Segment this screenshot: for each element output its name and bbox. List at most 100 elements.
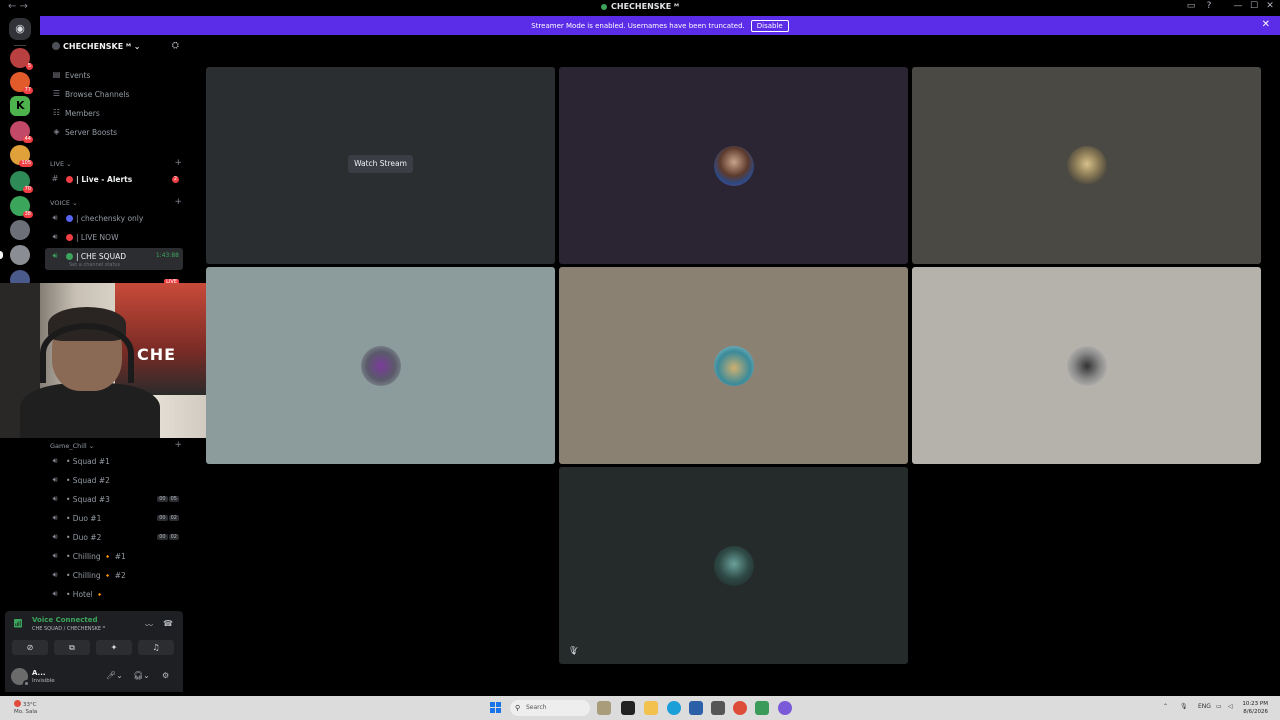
discord-home-icon[interactable]: ◉: [9, 18, 31, 40]
nav-label: Members: [65, 109, 100, 118]
taskbar-app-icon[interactable]: [755, 701, 769, 715]
watch-stream-button[interactable]: Watch Stream: [348, 155, 413, 173]
server-icon[interactable]: K: [10, 96, 30, 116]
microphone-icon[interactable]: 🎤︎⌄: [106, 671, 123, 680]
nav-server-boosts[interactable]: ◈ Server Boosts: [50, 124, 184, 140]
video-tile[interactable]: 🎙︎̸: [559, 467, 908, 664]
server-icon[interactable]: 38: [10, 196, 33, 218]
channel-squad-1[interactable]: 🔊︎ • Squad #1: [45, 453, 183, 470]
inbox-icon[interactable]: ▭: [1184, 1, 1198, 11]
video-tile[interactable]: [559, 267, 908, 464]
speaker-icon: 🔊︎: [52, 532, 58, 541]
file-explorer-icon[interactable]: [644, 701, 658, 715]
settings-gear-icon[interactable]: ⚙: [162, 671, 169, 680]
edge-browser-icon[interactable]: [667, 701, 681, 715]
minimize-button[interactable]: —: [1231, 1, 1245, 11]
channel-live-now[interactable]: 🔊︎ | LIVE NOW: [45, 229, 183, 246]
username[interactable]: A...: [32, 669, 46, 677]
language-indicator[interactable]: ENG: [1198, 703, 1211, 710]
speaker-icon: 🔊︎: [52, 513, 58, 522]
taskbar-app-icon[interactable]: [621, 701, 635, 715]
activities-button[interactable]: ✦: [96, 640, 132, 655]
channel-label: • Hotel 🔸: [66, 590, 105, 599]
help-icon[interactable]: ?: [1202, 1, 1216, 11]
category-game-chill[interactable]: Game_Chill ⌄ +: [50, 440, 184, 452]
channel-status[interactable]: Set a channel status: [69, 262, 120, 268]
server-icon[interactable]: 105: [10, 145, 33, 167]
nav-browse-channels[interactable]: ☰ Browse Channels: [50, 86, 184, 102]
speaker-icon: 🔊︎: [52, 570, 58, 579]
disable-streamer-mode-button[interactable]: Disable: [750, 20, 789, 32]
channel-duo-1[interactable]: 🔊︎ • Duo #1 00 02: [45, 510, 183, 527]
voice-connected-title[interactable]: Voice Connected: [32, 616, 98, 624]
user-count: 00 02: [156, 534, 179, 540]
speaker-icon: 🔊︎: [52, 475, 58, 484]
channel-emoji-icon: [66, 215, 73, 222]
current-server-icon[interactable]: [0, 245, 30, 265]
soundboard-button[interactable]: ♫: [138, 640, 174, 655]
taskbar-app-icon[interactable]: [778, 701, 792, 715]
channel-che-squad[interactable]: 🔊︎ | CHE SQUAD 1:43:88 Set a channel sta…: [45, 248, 183, 270]
system-clock[interactable]: 10:23 PM 8/6/2026: [1240, 700, 1268, 716]
channel-chilling-2[interactable]: 🔊︎ • Chilling 🔸 #2: [45, 567, 183, 584]
mention-badge: 2: [172, 176, 179, 183]
chrome-icon[interactable]: [733, 701, 747, 715]
taskbar-app-icon[interactable]: [689, 701, 703, 715]
server-icon[interactable]: [10, 220, 30, 240]
channel-label: | Live - Alerts: [76, 175, 133, 184]
server-header[interactable]: CHECHENSKE ᴹ ⌄ ⛭: [40, 35, 188, 59]
add-channel-icon[interactable]: +: [174, 440, 182, 450]
disconnect-icon[interactable]: ☎: [163, 619, 173, 628]
weather-desc: Mo. Sala: [14, 709, 38, 715]
channel-duo-2[interactable]: 🔊︎ • Duo #2 00 02: [45, 529, 183, 546]
channel-squad-3[interactable]: 🔊︎ • Squad #3 00 05: [45, 491, 183, 508]
video-tile[interactable]: [206, 267, 555, 464]
tray-mic-icon[interactable]: 🎙︎: [1180, 703, 1188, 710]
nav-events[interactable]: ▤ Events: [50, 67, 184, 83]
video-tile[interactable]: [912, 67, 1261, 264]
nav-members[interactable]: ☷ Members: [50, 105, 184, 121]
avatar: [1066, 345, 1107, 386]
channel-squad-2[interactable]: 🔊︎ • Squad #2: [45, 472, 183, 489]
server-icon[interactable]: 77: [10, 72, 33, 94]
channel-chilling-1[interactable]: 🔊︎ • Chilling 🔸 #1: [45, 548, 183, 565]
category-voice[interactable]: VOICE ⌄ +: [50, 197, 184, 209]
video-tile[interactable]: [912, 267, 1261, 464]
server-icon[interactable]: 5: [10, 48, 33, 70]
network-icon[interactable]: ▭: [1216, 703, 1222, 710]
close-window-button[interactable]: ✕: [1263, 1, 1277, 11]
taskbar-app-icon[interactable]: [711, 701, 725, 715]
camera-off-button[interactable]: ⊘: [12, 640, 48, 655]
close-banner-icon[interactable]: ✕: [1262, 19, 1270, 30]
server-icon: [601, 3, 607, 10]
server-icon[interactable]: 44: [10, 121, 33, 143]
share-screen-button[interactable]: ⧉: [54, 640, 90, 655]
tray-chevron-icon[interactable]: ⌃: [1163, 703, 1168, 710]
noise-suppression-icon[interactable]: 〰: [145, 620, 153, 631]
taskbar-search[interactable]: ⚲ Search: [510, 700, 590, 716]
add-channel-icon[interactable]: +: [174, 158, 182, 168]
avatar[interactable]: [11, 668, 30, 687]
channel-chechensky-only[interactable]: 🔊︎ | chechensky only: [45, 210, 183, 227]
category-live[interactable]: LIVE ⌄ +: [50, 158, 184, 170]
rail-separator: [14, 45, 26, 46]
user-count-limit: 02: [168, 515, 179, 521]
weather-temp: 33°C: [23, 702, 37, 708]
volume-icon[interactable]: ◁: [1228, 703, 1233, 710]
headphones-icon[interactable]: 🎧︎⌄: [133, 671, 150, 680]
maximize-button[interactable]: ☐: [1247, 1, 1261, 11]
voice-connected-channel[interactable]: CHE SQUAD / CHECHENSKE ᴹ: [32, 626, 105, 632]
server-icon[interactable]: 70: [10, 171, 33, 193]
signal-icon[interactable]: 📶︎: [13, 619, 23, 628]
speaker-icon: 🔊︎: [52, 589, 58, 598]
video-tile[interactable]: [559, 67, 908, 264]
invite-people-icon[interactable]: ⛭: [172, 41, 179, 51]
weather-widget[interactable]: 33°C Mo. Sala: [14, 700, 37, 716]
browse-icon: ☰: [52, 89, 61, 98]
clock-date: 8/6/2026: [1243, 709, 1268, 715]
windows-start-icon[interactable]: [490, 702, 502, 714]
channel-hotel[interactable]: 🔊︎ • Hotel 🔸: [45, 586, 183, 603]
channel-live-alerts[interactable]: # | Live - Alerts 2: [45, 171, 183, 188]
add-channel-icon[interactable]: +: [174, 197, 182, 207]
taskbar-app-icon[interactable]: [597, 701, 611, 715]
